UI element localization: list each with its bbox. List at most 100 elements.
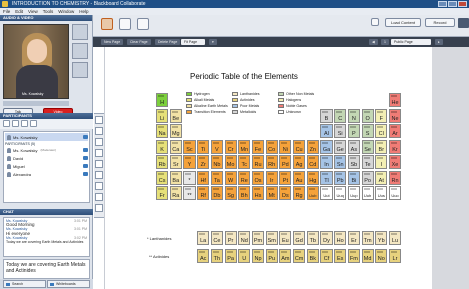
element-Fe: Fe	[251, 139, 265, 154]
next-page-button[interactable]: ▸	[435, 39, 443, 45]
record-button[interactable]: Record	[425, 18, 455, 27]
shape-icon[interactable]	[95, 160, 103, 168]
participant-row[interactable]: Miguel	[5, 162, 88, 170]
menu-item-view[interactable]: View	[28, 8, 38, 15]
element-Ir: Ir	[265, 170, 278, 185]
emoticon-icon[interactable]	[12, 120, 19, 127]
element-W: W	[224, 170, 237, 185]
element-Ho: Ho	[334, 231, 347, 245]
legend-entry: Noble Gases	[278, 104, 307, 108]
maximize-icon[interactable]	[448, 1, 457, 7]
new-page-button[interactable]: New Page	[101, 39, 124, 45]
element-Sr: Sr	[169, 155, 182, 169]
volume-slider[interactable]	[3, 101, 69, 106]
whiteboard-icon[interactable]	[101, 18, 113, 30]
legend-entry: Lanthanides	[232, 92, 260, 96]
element-Ds: Ds	[279, 186, 292, 200]
element-Nb: Nb	[210, 155, 223, 169]
element-Uuh: Uuh	[361, 186, 374, 200]
element-Sg: Sg	[224, 186, 237, 200]
legend-label: Alkaline Earth Metals	[194, 104, 228, 108]
participant-row[interactable]: David	[5, 154, 88, 162]
element-C: C	[334, 108, 347, 123]
element-Ac: Ac	[197, 249, 210, 263]
legend-entry: Alkaline Earth Metals	[186, 104, 228, 108]
pen-icon[interactable]	[95, 127, 103, 135]
hand-icon[interactable]	[3, 120, 10, 127]
minimize-icon[interactable]	[438, 1, 447, 7]
element-Re: Re	[238, 170, 251, 185]
element-Th: Th	[210, 249, 223, 263]
legend-label: Actinides	[240, 98, 255, 102]
legend-entry: Halogens	[278, 98, 301, 102]
left-panel: AUDIO & VIDEO Ms. Kowalsky Talk Video PA…	[0, 15, 93, 289]
element-Te: Te	[361, 155, 374, 169]
app-share-icon[interactable]	[119, 18, 131, 30]
element-Cr: Cr	[224, 139, 237, 154]
step-away-icon[interactable]	[21, 120, 28, 127]
zoom-select[interactable]: Fit Page	[181, 39, 205, 45]
legend-swatch	[232, 110, 238, 114]
element-starstar: **	[183, 186, 196, 200]
chat-input[interactable]: Today we are covering Earth Metals and A…	[3, 259, 90, 279]
select-icon[interactable]	[95, 116, 103, 124]
highlighter-icon[interactable]	[95, 138, 103, 146]
tab-search[interactable]: Search	[3, 280, 46, 288]
menu-item-help[interactable]: Help	[79, 8, 88, 15]
camera-slot[interactable]	[72, 43, 88, 59]
menu-item-tools[interactable]: Tools	[43, 8, 54, 15]
element-Uuq: Uuq	[334, 186, 347, 200]
element-Cd: Cd	[306, 155, 319, 169]
element-Ce: Ce	[210, 231, 223, 245]
chat-message: Today we are covering Earth Metals and A…	[6, 240, 84, 245]
menu-item-edit[interactable]: Edit	[15, 8, 23, 15]
web-tour-icon[interactable]	[137, 18, 149, 30]
whiteboard-bar: New Page Clear Page Delete Page Fit Page…	[93, 37, 469, 47]
camera-slot[interactable]	[72, 62, 88, 78]
element-K: K	[156, 139, 169, 154]
image-icon[interactable]	[95, 171, 103, 179]
element-Kr: Kr	[388, 139, 402, 154]
element-Po: Po	[361, 170, 374, 185]
element-O: O	[361, 108, 374, 123]
element-Hf: Hf	[197, 170, 210, 185]
legend-label: Lanthanides	[240, 92, 260, 96]
participant-row[interactable]: Ms. Kowalsky	[5, 133, 88, 141]
delete-page-button[interactable]: Delete Page	[155, 39, 181, 45]
prev-page-button[interactable]: ◀	[369, 39, 378, 45]
camera-slot[interactable]	[72, 24, 88, 40]
element-F: F	[375, 108, 388, 123]
participant-row[interactable]: Ms. Kowalsky (Moderator)	[5, 146, 88, 154]
clear-page-button[interactable]: Clear Page	[127, 39, 151, 45]
close-icon[interactable]	[458, 1, 467, 7]
legend-swatch	[232, 104, 238, 108]
zoom-apply-button[interactable]: ▾	[209, 39, 217, 45]
audio-status-icon	[83, 156, 88, 160]
tab-whiteboards[interactable]: Whiteboards	[47, 280, 90, 288]
eraser-icon[interactable]	[95, 204, 103, 212]
options-icon[interactable]	[30, 120, 37, 127]
profile-icon[interactable]	[458, 18, 469, 28]
audio-status-icon	[83, 135, 88, 139]
participant-row[interactable]: Alexandra	[5, 170, 88, 178]
text-icon[interactable]	[95, 149, 103, 157]
person-icon	[7, 163, 11, 169]
menu-item-window[interactable]: Window	[58, 8, 74, 15]
element-Ru: Ru	[251, 155, 265, 169]
element-Cm: Cm	[293, 249, 306, 263]
element-Fm: Fm	[347, 249, 360, 263]
participant-name: Ms. Kowalsky	[13, 134, 38, 140]
periodic-title: Periodic Table of the Elements	[190, 72, 298, 81]
page-select[interactable]: Public Page	[391, 39, 431, 45]
element-Np: Np	[251, 249, 265, 263]
clipart-icon[interactable]	[95, 182, 103, 190]
info-icon[interactable]	[371, 18, 379, 26]
screen-icon[interactable]	[95, 193, 103, 201]
left-tabs: Search Whiteboards	[0, 279, 93, 289]
element-Tc: Tc	[238, 155, 251, 169]
participant-role: (Moderator)	[40, 148, 57, 152]
menu-item-file[interactable]: File	[3, 8, 10, 15]
element-V: V	[210, 139, 223, 154]
load-content-button[interactable]: Load Content	[385, 18, 421, 27]
element-star: *	[183, 170, 196, 185]
